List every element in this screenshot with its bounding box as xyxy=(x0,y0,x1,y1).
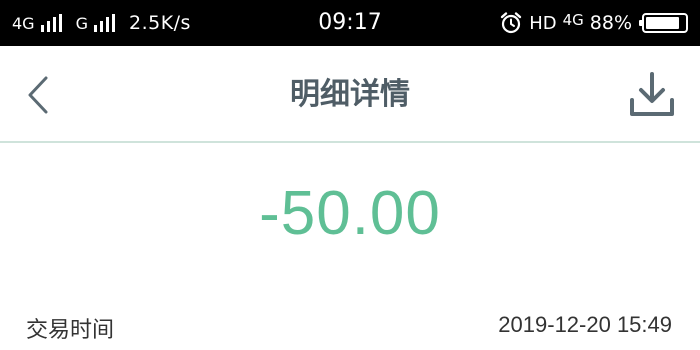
network-speed: 2.5K/s xyxy=(128,12,191,34)
alarm-clock-icon xyxy=(500,12,522,34)
download-button[interactable] xyxy=(626,70,678,120)
network-type-1: 4G xyxy=(12,13,35,33)
chevron-left-icon xyxy=(28,76,48,114)
nav-bar: 明细详情 xyxy=(0,46,700,143)
battery-icon xyxy=(639,13,688,33)
network-type-2: G xyxy=(75,13,88,33)
back-button[interactable] xyxy=(18,70,58,120)
detail-row-transaction-time: 交易时间 2019-12-20 15:49 xyxy=(0,306,700,350)
transaction-amount: -50.00 xyxy=(259,179,441,248)
hd-indicator: HD xyxy=(529,12,557,34)
status-left: 4G G 2.5K/s xyxy=(12,0,191,46)
network-type-3: 4G xyxy=(562,11,584,29)
transaction-time-value: 2019-12-20 15:49 xyxy=(498,312,672,337)
status-bar: 4G G 2.5K/s 09:17 HD 4G 88% xyxy=(0,0,700,46)
page-title: 明细详情 xyxy=(290,77,410,112)
transaction-time-label: 交易时间 xyxy=(26,318,115,343)
status-right: HD 4G 88% xyxy=(499,0,688,46)
signal-strength-icon-2 xyxy=(93,14,115,32)
battery-percent: 88% xyxy=(589,12,632,34)
signal-strength-icon-1 xyxy=(40,14,62,32)
download-icon xyxy=(630,72,674,116)
